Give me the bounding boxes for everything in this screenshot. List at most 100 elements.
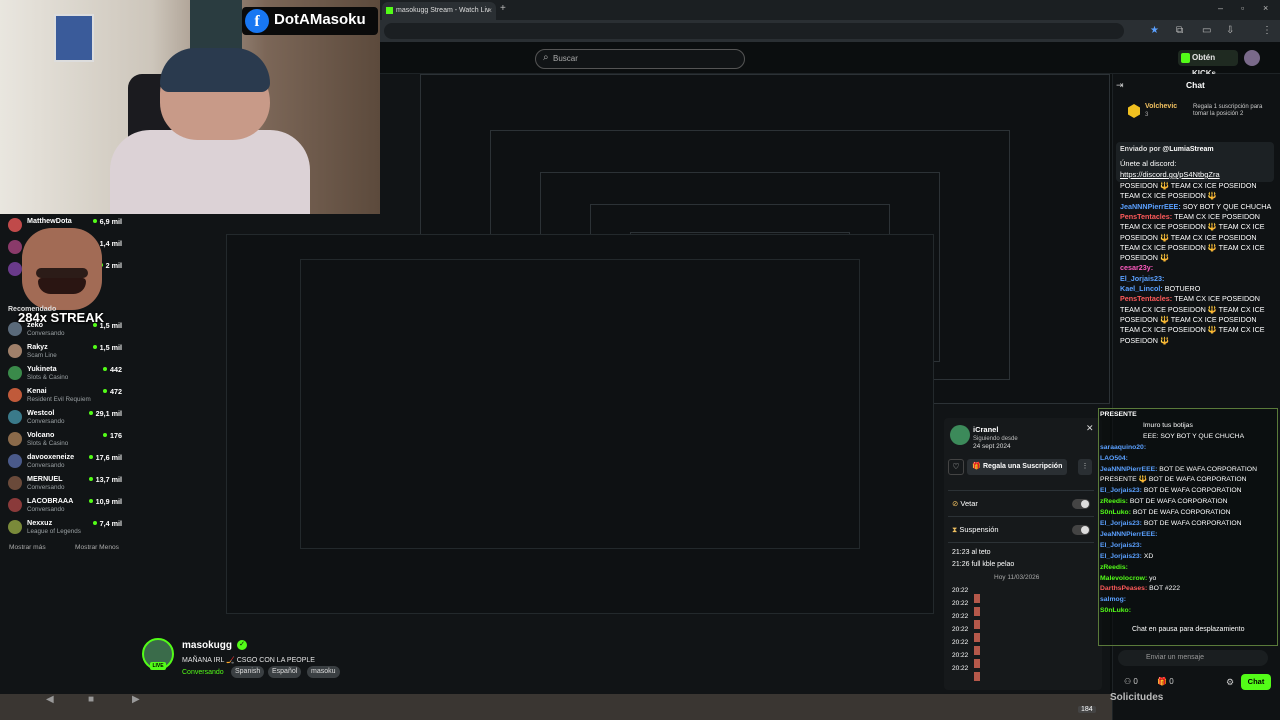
close-tab-icon[interactable]: × [487,2,492,20]
leaderboard-prompt: Regala 1 suscripción para tomar la posic… [1193,104,1263,117]
avatar[interactable] [1244,50,1260,66]
sidebar-item-kenai[interactable]: Kenai Resident Evil Requiem 472 [8,386,122,408]
overlay-message: salmog: [1100,596,1127,604]
heart-icon[interactable]: ♡ [948,459,964,475]
facebook-handle: DotAMasoku [274,11,366,28]
minimize-icon[interactable]: – [1218,3,1223,13]
suspend-option[interactable]: ⧗ Suspensión [952,525,999,535]
veto-option[interactable]: ⊘ Vetar [952,499,978,508]
user-message: 21:26 full kble pelao [952,561,1015,568]
avatar [8,262,22,276]
leaderboard-user[interactable]: Volchevic [1145,103,1177,110]
sidebar-item-yukineta[interactable]: Yukineta Slots & Casino 442 [8,364,122,386]
points-icon[interactable]: ⚇ 0 [1124,677,1138,686]
gear-icon[interactable]: ⚙ [1226,677,1234,688]
wall-lamp [190,0,242,50]
downloads-icon[interactable]: ⇩ [1226,25,1234,36]
chat-message: cesar23y: [1120,263,1154,273]
overlay-message: EEE: SOY BOT Y QUE CHUCHA [1143,432,1245,440]
chat-message: POSEIDON 🔱 TEAM CX ICE POSEIDON [1120,314,1257,324]
overlay-message: JeaNNNPierrEEE: BOT DE WAFA CORPORATION [1100,465,1257,473]
search-placeholder: Buscar [553,54,578,63]
bookmark-star-icon[interactable]: ★ [1150,25,1159,36]
sidebar-item-mernuel[interactable]: MERNUEL Conversando 13,7 mil [8,474,122,496]
sidebar-item-volcano[interactable]: Volcano Slots & Casino 176 [8,430,122,452]
following-label: Siguiendo desde [973,436,1018,442]
more-icon[interactable]: ⋮ [1078,459,1092,475]
chat-message: TEAM CX ICE POSEIDON 🔱 TEAM CX ICE [1120,222,1265,232]
veto-toggle[interactable] [1072,499,1090,509]
play-icon[interactable]: ▶ [132,694,140,705]
solicitudes-label: Solicitudes [1110,692,1164,703]
sidebar-item-davooxeneize[interactable]: davooxeneize Conversando 17,6 mil [8,452,122,474]
overlay-message: El_Jorjais23: XD [1100,552,1154,560]
avatar [8,498,22,512]
new-tab-icon[interactable]: + [500,3,506,14]
sidebar-item-rakyz[interactable]: Rakyz Scam Line 1,5 mil [8,342,122,364]
chat-message: JeaNNNPierrEEE: SOY BOT Y QUE CHUCHA [1120,201,1272,211]
menu-icon[interactable]: ⋮ [1262,25,1272,36]
chat-message: POSEIDON 🔱 [1120,335,1169,345]
chat-paused-notice[interactable]: Chat en pausa para desplazamiento [1132,626,1244,633]
overlay-message: PRESENTE 🔱 BOT DE WAFA CORPORATION [1100,476,1247,484]
gift-icon[interactable]: 🎁 0 [1157,677,1174,686]
avatar [8,454,22,468]
overlay-message: S0nLuko: [1100,607,1131,615]
tag-chip[interactable]: masoku [307,666,340,678]
chat-message: TEAM CX ICE POSEIDON 🔱 TEAM CX ICE [1120,304,1265,314]
browser-tab[interactable]: masokugg Stream - Watch Liv × [382,2,496,20]
suspend-toggle[interactable] [1072,525,1090,535]
url-field[interactable] [384,23,1124,39]
streak-emote [22,228,102,310]
show-less-link[interactable]: Mostrar Menos [75,544,119,551]
user-message: 20:22 [952,639,992,655]
discord-link[interactable]: https://discord.gg/pS4NtbgZra [1120,170,1220,179]
chat-message: PensTentacles: TEAM CX ICE POSEIDON [1120,211,1260,221]
gift-sub-button[interactable]: 🎁 Regala una Suscripción [967,459,1067,475]
verified-icon: ✓ [237,640,247,650]
sidebar-icon[interactable]: ▭ [1202,25,1211,36]
tag-chip[interactable]: Spanish [231,666,265,678]
chat-message: TEAM CX ICE POSEIDON 🔱 TEAM CX ICE [1120,325,1265,335]
avatar [8,410,22,424]
overlay-message: Malevolocrow: yo [1100,574,1157,582]
sidebar-item-nexxuz[interactable]: Nexxuz League of Legends 7,4 mil [8,518,122,540]
tag-chip[interactable]: Español [268,666,302,678]
stop-icon[interactable]: ■ [88,694,94,705]
previous-icon[interactable]: ◀ [46,694,54,705]
wall-poster [54,14,94,62]
sidebar-item-lacobraaa[interactable]: LACOBRAAA Conversando 10,9 mil [8,496,122,518]
user-message: 20:22 [952,665,992,681]
window-close-icon[interactable]: × [1263,3,1268,13]
close-icon[interactable]: ✕ [1086,423,1094,434]
overlay-message: JeaNNNPierrEEE: [1100,530,1158,538]
chat-message: TEAM CX ICE POSEIDON 🔱 TEAM CX ICE [1120,242,1265,252]
user-message: 20:22 [952,652,992,668]
show-more-link[interactable]: Mostrar más [9,544,46,551]
tab-title: masokugg Stream - Watch Liv [396,7,490,14]
channel-name[interactable]: masokugg [182,640,232,651]
chat-message: Kael_Lincol: BOTUERO [1120,284,1201,293]
user-message: 20:22 [952,600,992,616]
chat-message: POSEIDON 🔱 TEAM CX ICE POSEIDON [1120,181,1257,190]
user-card-username[interactable]: iCranel [973,425,998,434]
live-badge: LIVE [150,662,166,670]
sidebar-item-zeko[interactable]: zeko Conversando 1,5 mil [8,320,122,342]
pinned-text: Únete al discord: [1120,159,1177,168]
overlay-message: Imuro tus botijas [1143,421,1193,429]
extensions-icon[interactable]: ⧉ [1176,25,1183,36]
maximize-icon[interactable]: ▫ [1241,3,1244,13]
user-message: 21:23 al teto [952,549,991,556]
overlay-message: S0nLuko: BOT DE WAFA CORPORATION [1100,509,1231,517]
chat-title: Chat [1186,80,1205,90]
overlay-message: zReedis: BOT DE WAFA CORPORATION [1100,498,1228,506]
sidebar-item-westcol[interactable]: Westcol Conversando 29,1 mil [8,408,122,430]
chat-message: POSEIDON 🔱 [1120,253,1169,263]
stream-category[interactable]: Conversando [182,669,224,676]
collapse-chat-icon[interactable]: ⇥ [1116,80,1124,91]
obtain-kicks-button[interactable]: Obtén KICKs [1178,50,1238,78]
avatar [8,240,22,254]
pinned-by: Enviado por @LumiaStream [1120,146,1214,153]
streamer-shirt [110,130,310,214]
chat-send-button[interactable]: Chat [1241,674,1271,690]
